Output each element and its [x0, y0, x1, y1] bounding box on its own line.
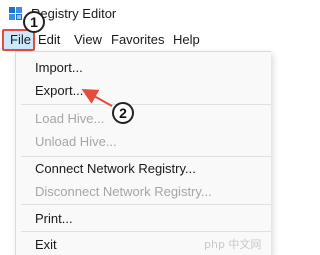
- step-2-badge: 2: [112, 102, 134, 124]
- step-1-badge: 1: [23, 11, 45, 33]
- annotation-arrow: [81, 89, 113, 107]
- watermark: php 中文网: [204, 238, 262, 251]
